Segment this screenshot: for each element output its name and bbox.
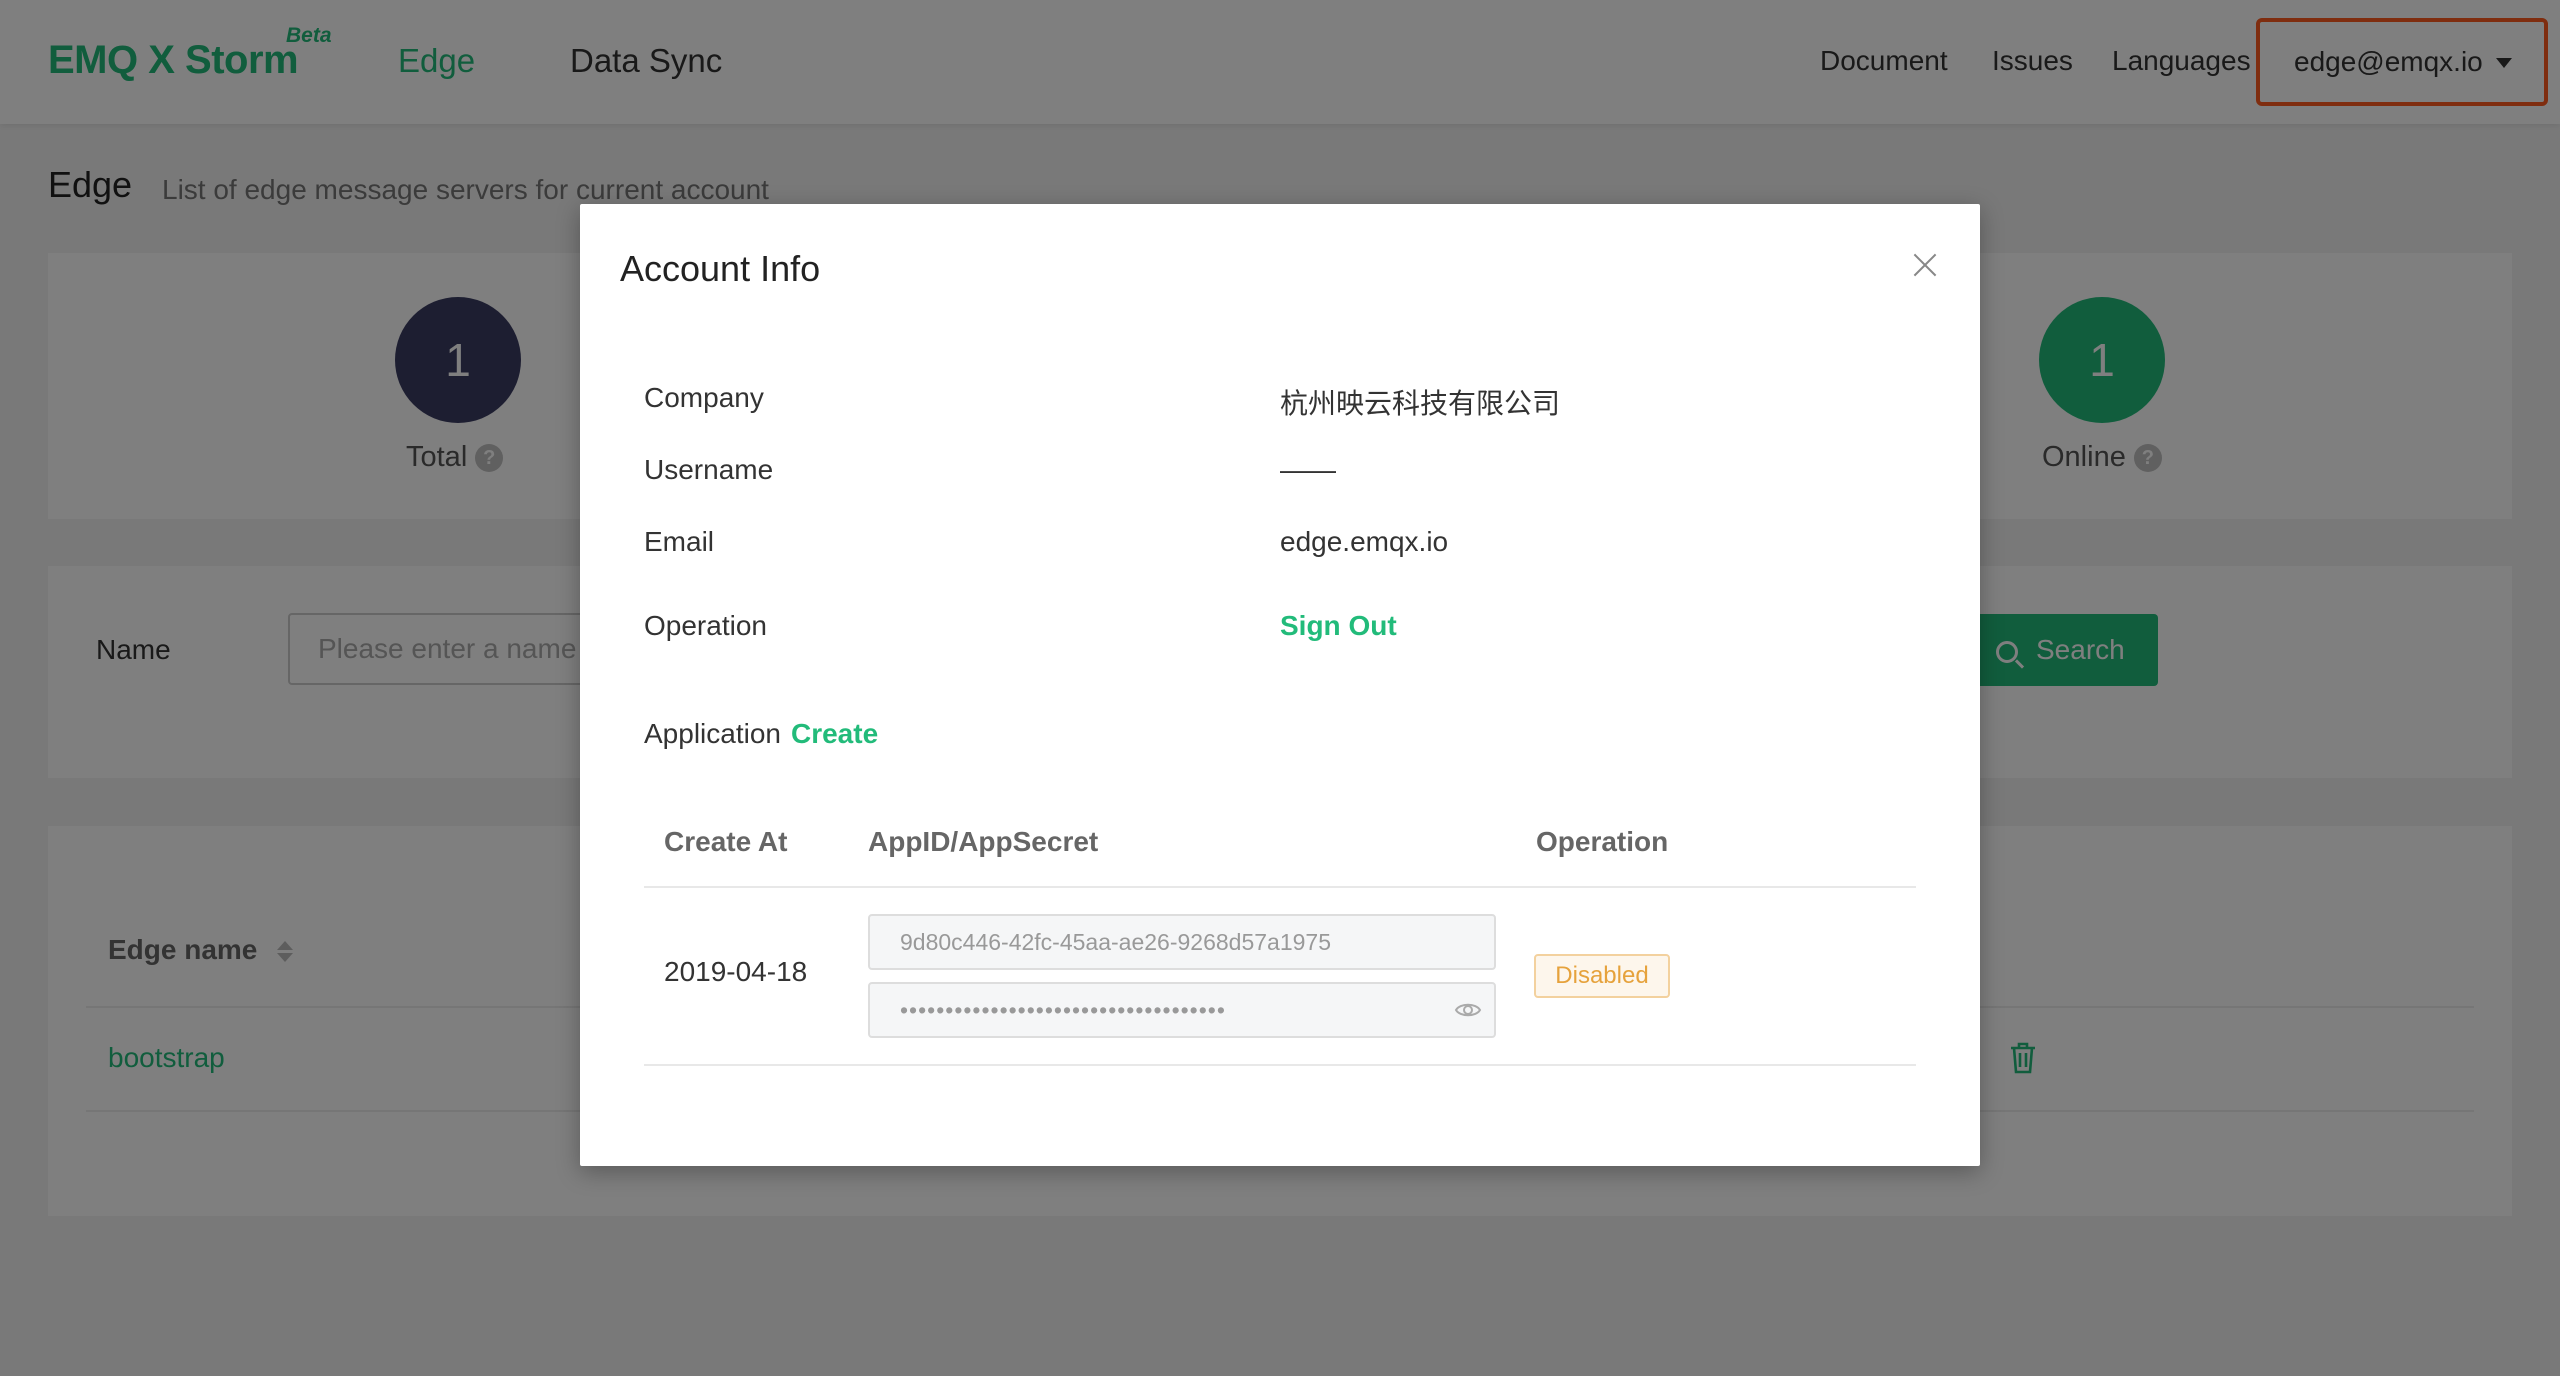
application-label: Application xyxy=(644,718,781,749)
email-label: Email xyxy=(644,526,715,557)
eye-icon[interactable] xyxy=(1454,998,1482,1022)
company-label: Company xyxy=(644,382,764,413)
column-header-create-at: Create At xyxy=(664,826,788,857)
column-header-appid: AppID/AppSecret xyxy=(868,826,1099,857)
status-badge[interactable]: Disabled xyxy=(1534,954,1670,998)
username-value: —— xyxy=(1280,454,1336,485)
app-table-divider xyxy=(644,886,1916,888)
email-value: edge.emqx.io xyxy=(1280,526,1449,557)
account-info-modal: Account Info Company 杭州映云科技有限公司 Username… xyxy=(580,204,1980,1166)
username-label: Username xyxy=(644,454,774,485)
appid-field[interactable]: 9d80c446-42fc-45aa-ae26-9268d57a1975 xyxy=(868,914,1496,970)
appsecret-value: •••••••••••••••••••••••••••••••••••• xyxy=(900,997,1226,1023)
appsecret-field[interactable]: •••••••••••••••••••••••••••••••••••• xyxy=(868,982,1496,1038)
close-icon[interactable] xyxy=(1910,250,1940,280)
operation-label: Operation xyxy=(644,610,767,641)
create-app-link[interactable]: Create xyxy=(791,718,878,749)
sign-out-link[interactable]: Sign Out xyxy=(1280,610,1397,642)
company-value: 杭州映云科技有限公司 xyxy=(1280,388,1561,419)
app-create-date: 2019-04-18 xyxy=(664,956,808,987)
column-header-operation: Operation xyxy=(1536,826,1669,857)
modal-title: Account Info xyxy=(620,248,821,289)
appid-value: 9d80c446-42fc-45aa-ae26-9268d57a1975 xyxy=(900,929,1331,955)
application-section: Application Create xyxy=(644,718,878,750)
app-table-divider xyxy=(644,1064,1916,1066)
